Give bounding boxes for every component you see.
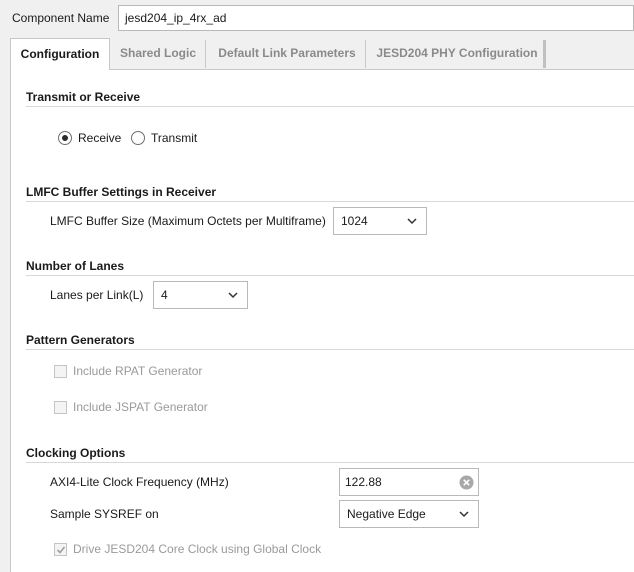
tab-separator [365, 40, 366, 68]
component-name-label: Component Name [12, 11, 110, 25]
tab-bar: Configuration Shared Logic Default Link … [10, 38, 634, 71]
drive-core-clock-global-clock-checkbox[interactable]: Drive JESD204 Core Clock using Global Cl… [54, 542, 321, 556]
axi4-lite-clock-frequency-value: 122.88 [345, 475, 382, 489]
checkbox-checked[interactable] [54, 542, 67, 556]
checkmark-icon [56, 545, 66, 554]
lanes-per-link-select[interactable]: 4 [153, 281, 248, 309]
axi4-lite-clock-frequency-input[interactable]: 122.88 [339, 468, 479, 496]
radio-receive-label: Receive [78, 131, 122, 145]
component-name-row: Component Name jesd204_ip_4rx_ad [0, 0, 634, 36]
radio-transmit[interactable]: Transmit [131, 131, 197, 145]
include-rpat-generator-label: Include RPAT Generator [73, 364, 203, 378]
chevron-down-icon [228, 292, 238, 299]
sample-sysref-value: Negative Edge [347, 507, 426, 521]
section-title-number-of-lanes: Number of Lanes [26, 259, 125, 273]
section-divider [26, 349, 634, 350]
axi4-lite-clock-frequency-label: AXI4-Lite Clock Frequency (MHz) [50, 475, 229, 489]
lmfc-buffer-size-select[interactable]: 1024 [333, 207, 427, 235]
tab-configuration[interactable]: Configuration [10, 38, 110, 71]
tab-shared-logic[interactable]: Shared Logic [112, 38, 204, 70]
tab-jesd204-phy-configuration[interactable]: JESD204 PHY Configuration [368, 38, 546, 70]
section-title-pattern-generators: Pattern Generators [26, 333, 135, 347]
section-divider [26, 201, 634, 202]
radio-button-unchecked[interactable] [131, 131, 145, 145]
checkbox-unchecked[interactable] [54, 400, 67, 414]
tab-scroll-separator [543, 40, 546, 68]
checkbox-unchecked[interactable] [54, 364, 67, 378]
include-jspat-generator-checkbox[interactable]: Include JSPAT Generator [54, 400, 208, 414]
lmfc-buffer-size-label: LMFC Buffer Size (Maximum Octets per Mul… [50, 214, 326, 228]
radio-button-checked[interactable] [58, 131, 72, 145]
section-divider [26, 106, 634, 107]
clear-icon[interactable] [459, 475, 474, 490]
section-divider [26, 462, 634, 463]
tab-default-link-parameters[interactable]: Default Link Parameters [206, 38, 368, 70]
include-jspat-generator-label: Include JSPAT Generator [73, 400, 208, 414]
radio-receive[interactable]: Receive [58, 131, 121, 145]
lanes-per-link-label: Lanes per Link(L) [50, 288, 144, 302]
radio-transmit-label: Transmit [151, 131, 198, 145]
lmfc-buffer-size-value: 1024 [341, 214, 368, 228]
sample-sysref-select[interactable]: Negative Edge [339, 500, 479, 528]
component-name-input[interactable]: jesd204_ip_4rx_ad [118, 5, 634, 31]
section-title-clocking-options: Clocking Options [26, 446, 126, 460]
sample-sysref-label: Sample SYSREF on [50, 507, 159, 521]
chevron-down-icon [407, 218, 417, 225]
include-rpat-generator-checkbox[interactable]: Include RPAT Generator [54, 364, 202, 378]
section-title-lmfc: LMFC Buffer Settings in Receiver [26, 185, 217, 199]
configuration-panel: Transmit or Receive Receive Transmit LMF… [10, 70, 634, 572]
lanes-per-link-value: 4 [161, 288, 168, 302]
chevron-down-icon [459, 511, 469, 518]
drive-core-clock-global-clock-label: Drive JESD204 Core Clock using Global Cl… [73, 542, 322, 556]
section-title-transmit-receive: Transmit or Receive [26, 90, 141, 104]
section-divider [26, 275, 634, 276]
